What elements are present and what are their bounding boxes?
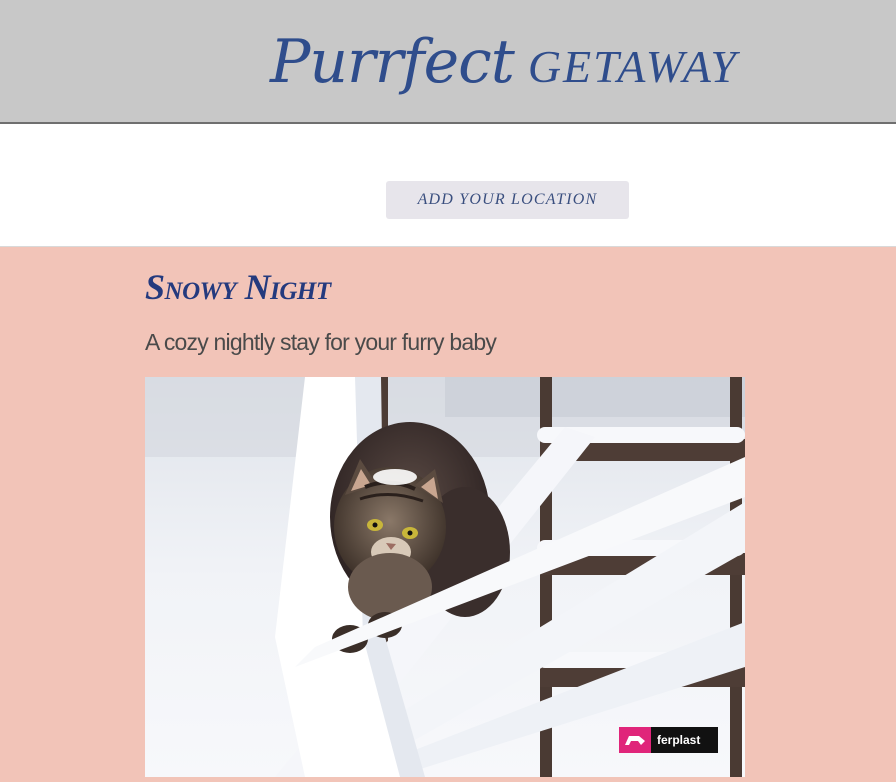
brand-script-text: Purrfect	[270, 27, 515, 97]
ferplast-logo-text: ferplast	[657, 733, 700, 747]
location-band: ADD YOUR LOCATION	[0, 124, 896, 247]
cat-on-snowy-fence-image	[145, 377, 745, 777]
ferplast-watermark: ferplast	[619, 727, 718, 753]
listing-subtitle: A cozy nightly stay for your furry baby	[145, 329, 497, 355]
listing-photo: ferplast	[145, 377, 745, 777]
listing-title: Snowy Night	[145, 267, 331, 307]
site-header: Purrfect GETAWAY	[0, 0, 896, 124]
brand-caps-text: GETAWAY	[527, 41, 738, 92]
listing-section: Snowy Night A cozy nightly stay for your…	[0, 247, 896, 782]
add-location-button[interactable]: ADD YOUR LOCATION	[386, 181, 629, 219]
site-logo[interactable]: Purrfect GETAWAY	[270, 22, 738, 107]
